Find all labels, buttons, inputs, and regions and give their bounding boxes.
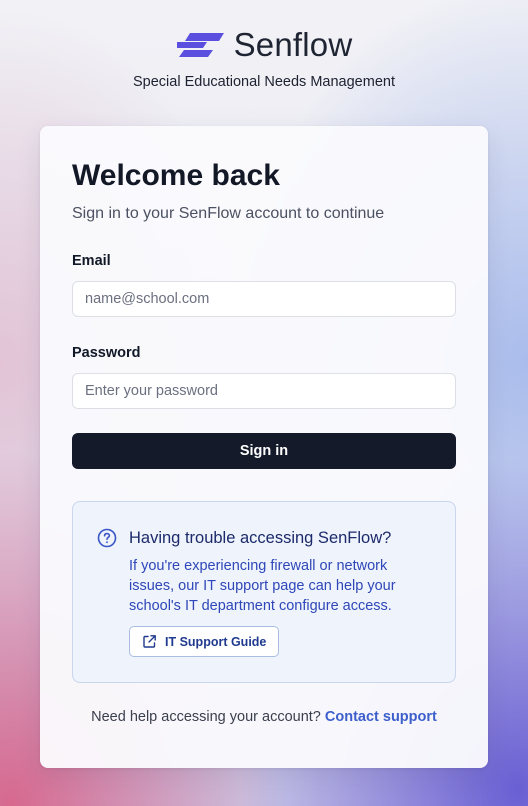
brand-tagline: Special Educational Needs Management [133, 74, 395, 90]
external-link-icon [142, 634, 157, 649]
password-field[interactable] [72, 373, 456, 409]
help-description: If you're experiencing firewall or netwo… [129, 558, 396, 614]
support-footer-text: Need help accessing your account? [91, 709, 321, 725]
password-label: Password [72, 345, 141, 361]
help-header: Having trouble accessing SenFlow? [97, 528, 431, 548]
senflow-logo-icon [176, 33, 224, 57]
brand-name: Senflow [233, 26, 353, 63]
sign-in-button[interactable]: Sign in [72, 433, 456, 469]
help-title: Having trouble accessing SenFlow? [129, 528, 392, 547]
it-support-guide-label: IT Support Guide [165, 634, 267, 649]
page-title: Welcome back [72, 159, 280, 192]
brand-row: Senflow [0, 26, 528, 64]
help-panel: Having trouble accessing SenFlow? If you… [72, 501, 456, 683]
email-field[interactable] [72, 281, 456, 317]
page-subtitle: Sign in to your SenFlow account to conti… [72, 205, 385, 222]
email-label: Email [72, 253, 111, 269]
it-support-guide-button[interactable]: IT Support Guide [129, 626, 280, 657]
question-circle-icon [97, 528, 117, 548]
support-footer: Need help accessing your account? Contac… [72, 709, 456, 725]
brand-header: Senflow Special Educational Needs Manage… [0, 26, 528, 90]
login-card: Welcome back Sign in to your SenFlow acc… [40, 126, 488, 768]
contact-support-link[interactable]: Contact support [325, 709, 437, 725]
